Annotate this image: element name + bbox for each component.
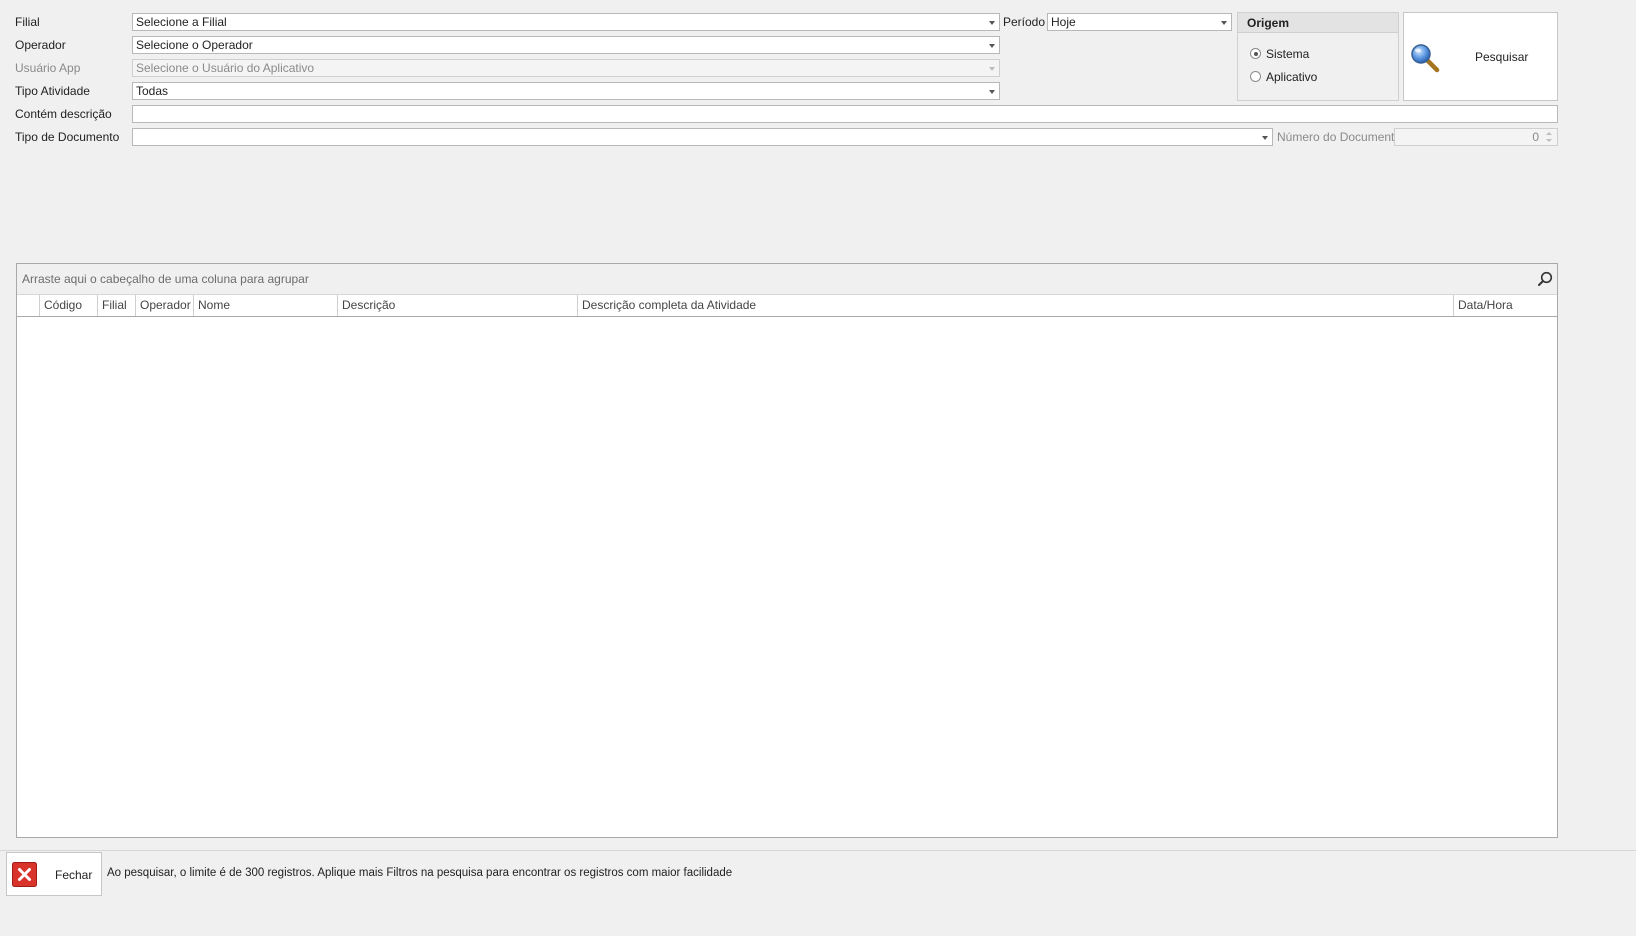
row-indicator-header xyxy=(17,295,39,316)
search-button-label: Pesquisar xyxy=(1475,50,1529,64)
tipo-atividade-dropdown-value: Todas xyxy=(136,84,169,98)
origem-group: Origem Sistema Aplicativo xyxy=(1237,12,1399,101)
origem-option-sistema-label: Sistema xyxy=(1266,47,1310,61)
column-header-nome[interactable]: Nome xyxy=(193,295,337,316)
group-by-panel[interactable]: Arraste aqui o cabeçalho de uma coluna p… xyxy=(17,264,1557,295)
close-button[interactable]: Fechar xyxy=(6,852,102,896)
group-by-hint: Arraste aqui o cabeçalho de uma coluna p… xyxy=(22,272,309,286)
find-icon[interactable] xyxy=(1537,271,1553,287)
periodo-dropdown-value: Hoje xyxy=(1051,15,1076,29)
numero-documento-spinner: 0 xyxy=(1394,128,1558,146)
filial-label: Filial xyxy=(15,15,40,29)
operador-label: Operador xyxy=(15,38,66,52)
chevron-down-icon[interactable] xyxy=(1221,21,1227,25)
spin-up-icon xyxy=(1546,132,1552,135)
grid-header-row: Código Filial Operador Nome Descrição De… xyxy=(17,295,1557,317)
chevron-down-icon[interactable] xyxy=(989,44,995,48)
chevron-down-icon[interactable] xyxy=(989,21,995,25)
contem-descricao-input[interactable] xyxy=(132,105,1558,123)
filial-dropdown-value: Selecione a Filial xyxy=(136,15,227,29)
origem-option-aplicativo-label: Aplicativo xyxy=(1266,70,1318,84)
operador-dropdown[interactable]: Selecione o Operador xyxy=(132,36,1000,54)
results-grid[interactable]: Arraste aqui o cabeçalho de uma coluna p… xyxy=(16,263,1558,838)
chevron-down-icon[interactable] xyxy=(1262,136,1268,140)
chevron-down-icon[interactable] xyxy=(989,90,995,94)
footer-bar: Fechar Ao pesquisar, o limite é de 300 r… xyxy=(0,850,1636,936)
usuario-app-dropdown: Selecione o Usuário do Aplicativo xyxy=(132,59,1000,77)
tipo-documento-dropdown[interactable] xyxy=(132,128,1273,146)
column-header-filial[interactable]: Filial xyxy=(97,295,135,316)
origem-title: Origem xyxy=(1238,13,1398,33)
magnifier-icon xyxy=(1411,44,1440,73)
column-header-descricao-completa[interactable]: Descrição completa da Atividade xyxy=(577,295,1453,316)
column-header-operador[interactable]: Operador xyxy=(135,295,193,316)
origem-option-sistema[interactable]: Sistema xyxy=(1250,46,1309,62)
radio-selected-icon[interactable] xyxy=(1250,48,1261,60)
column-header-descricao[interactable]: Descrição xyxy=(337,295,577,316)
numero-documento-value: 0 xyxy=(1532,130,1539,144)
column-header-codigo[interactable]: Código xyxy=(39,295,97,316)
footer-divider xyxy=(0,850,1636,851)
tipo-atividade-dropdown[interactable]: Todas xyxy=(132,82,1000,100)
origem-option-aplicativo[interactable]: Aplicativo xyxy=(1250,69,1317,85)
close-icon xyxy=(12,862,37,887)
tipo-documento-label: Tipo de Documento xyxy=(15,130,120,144)
column-header-data-hora[interactable]: Data/Hora xyxy=(1453,295,1557,316)
usuario-app-dropdown-value: Selecione o Usuário do Aplicativo xyxy=(136,61,315,75)
contem-descricao-label: Contém descrição xyxy=(15,107,112,121)
operador-dropdown-value: Selecione o Operador xyxy=(136,38,253,52)
numero-documento-label: Número do Documento xyxy=(1277,130,1402,144)
tipo-atividade-label: Tipo Atividade xyxy=(15,84,90,98)
periodo-label: Período xyxy=(1003,15,1046,29)
filial-dropdown[interactable]: Selecione a Filial xyxy=(132,13,1000,31)
close-button-label: Fechar xyxy=(55,868,93,882)
spin-down-icon xyxy=(1546,139,1552,142)
chevron-down-icon xyxy=(989,67,995,71)
search-button[interactable]: Pesquisar xyxy=(1403,12,1558,101)
search-limit-message: Ao pesquisar, o limite é de 300 registro… xyxy=(107,867,733,879)
radio-unselected-icon[interactable] xyxy=(1250,71,1261,83)
usuario-app-label: Usuário App xyxy=(15,61,81,75)
periodo-dropdown[interactable]: Hoje xyxy=(1047,13,1232,31)
